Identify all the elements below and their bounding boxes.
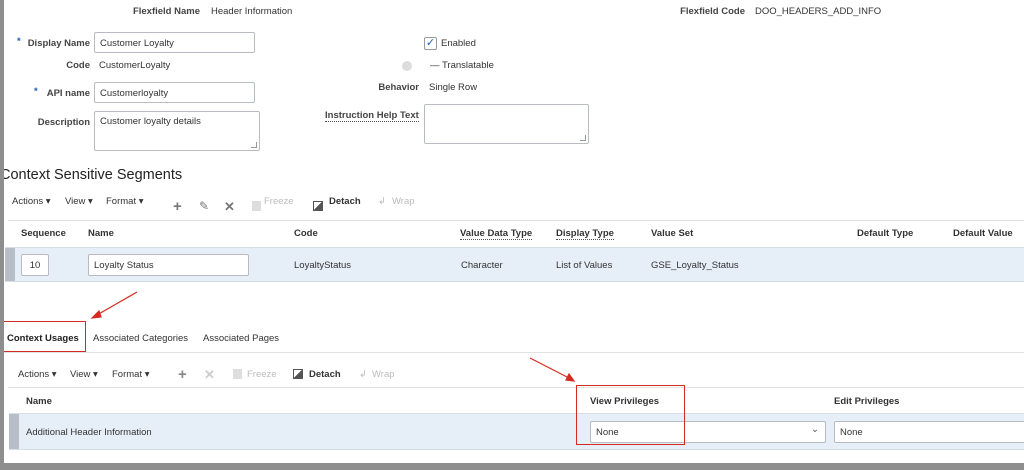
- arrow-head: [90, 309, 102, 319]
- arrow-head: [565, 372, 576, 382]
- arrow-to-view-privileges: [529, 357, 570, 379]
- flexfield-editor: Flexfield Name Header Information Flexfi…: [4, 0, 1024, 463]
- arrow-to-tab: [96, 291, 138, 316]
- annotation-arrows: [90, 291, 576, 382]
